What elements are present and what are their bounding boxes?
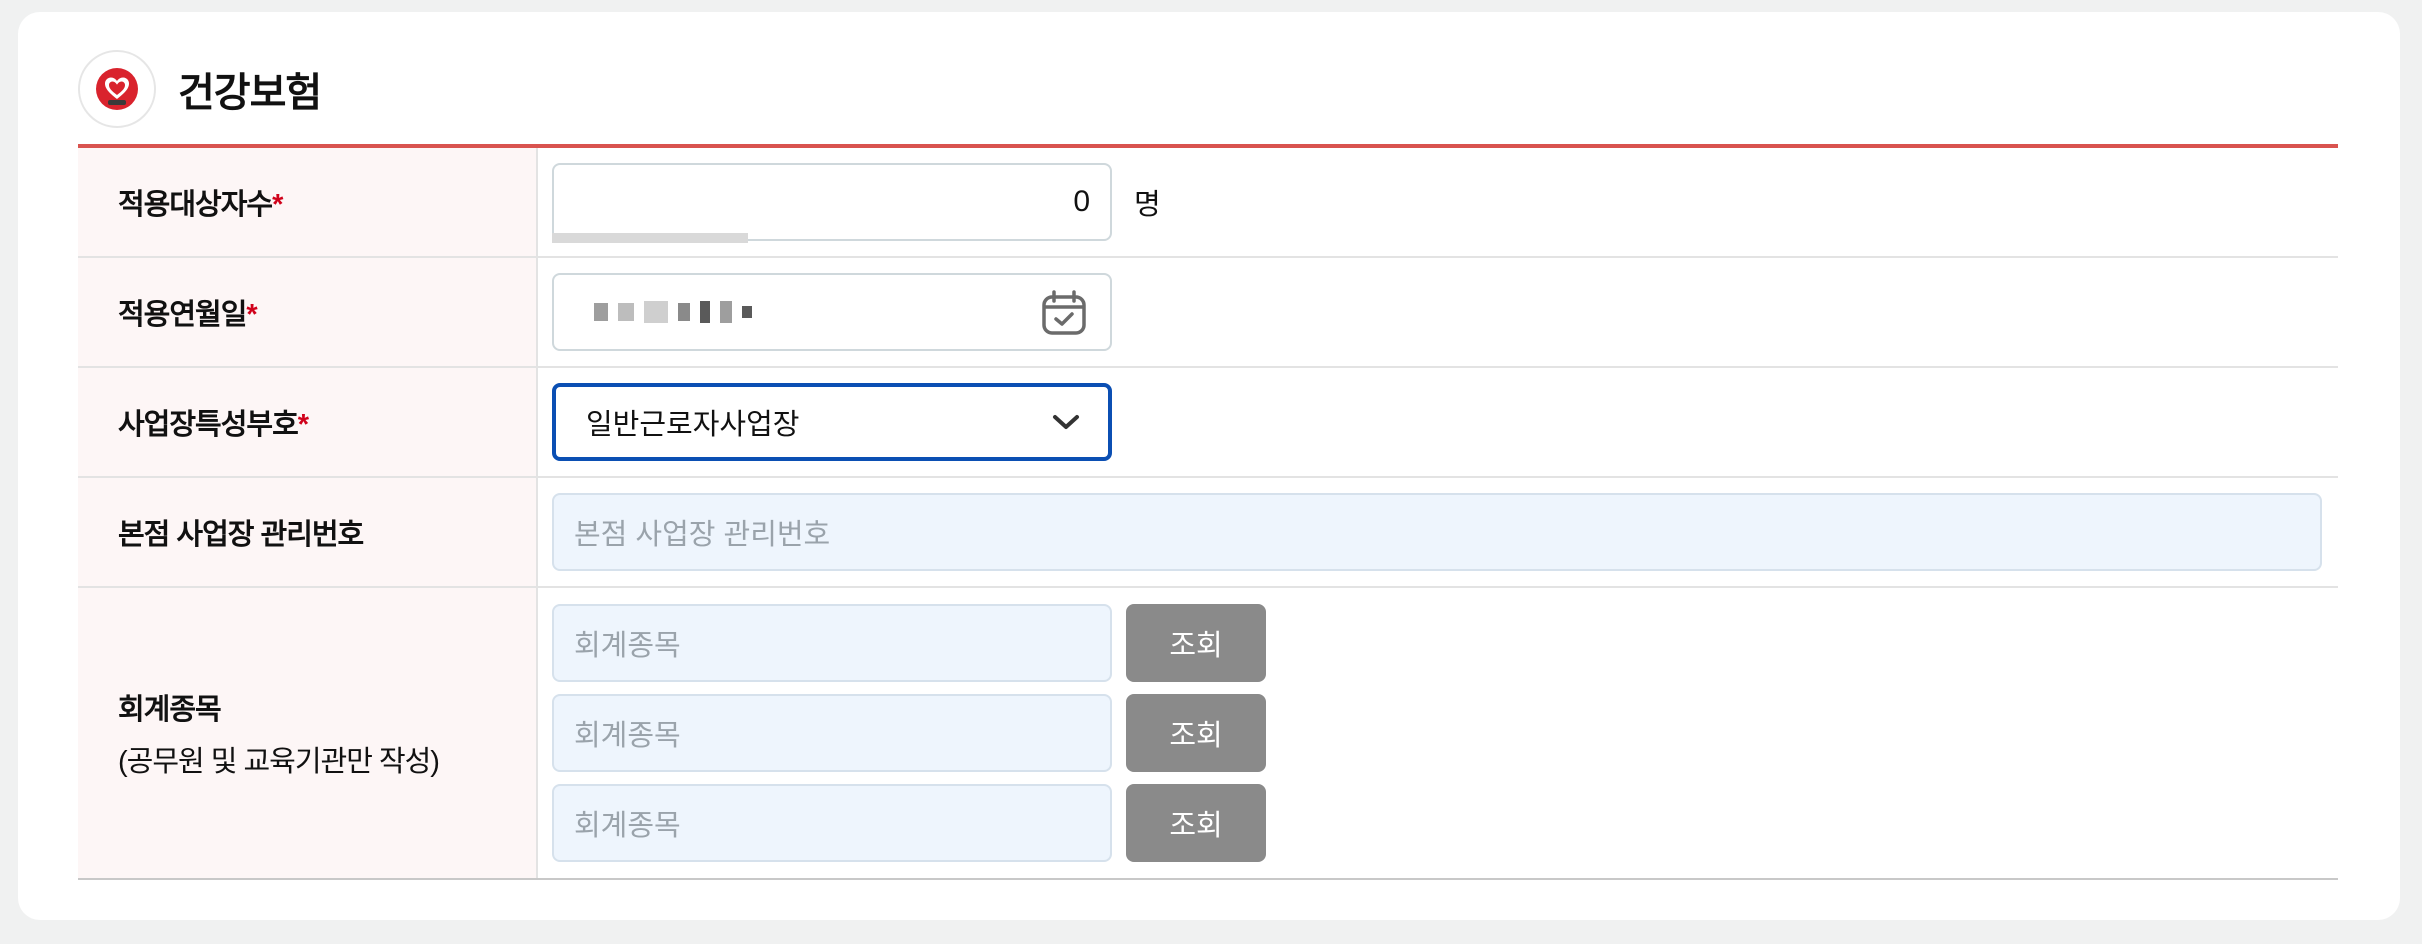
account-label: 회계종목 (공무원 및 교육기관만 작성) — [78, 588, 538, 878]
insured-count-label: 적용대상자수* — [78, 148, 538, 256]
insured-count-field: 0 명 — [538, 148, 2338, 256]
row-insured-count: 적용대상자수* 0 명 — [78, 148, 2338, 258]
apply-date-label: 적용연월일* — [78, 258, 538, 366]
insured-count-label-text: 적용대상자수 — [118, 189, 273, 221]
lookup-button[interactable]: 조회 — [1126, 694, 1266, 772]
account-line: 회계종목 조회 — [552, 784, 1266, 862]
workplace-code-label-text: 사업장특성부호 — [118, 409, 299, 441]
account-line: 회계종목 조회 — [552, 604, 1266, 682]
insurance-form: 적용대상자수* 0 명 적용연월일* 사업장특성부호* 일반근로자사업장 본점 … — [78, 144, 2338, 880]
heart-icon — [78, 50, 156, 128]
workplace-code-select[interactable]: 일반근로자사업장 — [552, 383, 1112, 461]
account-field: 회계종목 조회 회계종목 조회 회계종목 조회 — [538, 588, 2338, 878]
calendar-icon[interactable] — [1040, 289, 1088, 345]
account-line: 회계종목 조회 — [552, 694, 1266, 772]
chevron-down-icon — [1052, 406, 1080, 439]
lookup-button[interactable]: 조회 — [1126, 784, 1266, 862]
insured-count-input[interactable]: 0 — [552, 163, 1112, 241]
health-insurance-card: 건강보험 적용대상자수* 0 명 적용연월일* 사업장특성부호* 일반근로자사업… — [18, 12, 2400, 920]
section-header: 건강보험 — [78, 50, 322, 128]
required-mark: * — [297, 409, 309, 441]
workplace-code-field: 일반근로자사업장 — [538, 368, 2338, 476]
required-mark: * — [246, 299, 257, 331]
input-overlay-bar — [552, 233, 748, 243]
apply-date-input[interactable] — [552, 273, 1112, 351]
account-input[interactable]: 회계종목 — [552, 604, 1112, 682]
lookup-button[interactable]: 조회 — [1126, 604, 1266, 682]
required-mark: * — [272, 189, 283, 221]
redacted-date — [594, 301, 752, 323]
account-input[interactable]: 회계종목 — [552, 784, 1112, 862]
account-label-text: 회계종목 — [118, 694, 222, 726]
hq-number-label: 본점 사업장 관리번호 — [78, 478, 538, 586]
hq-number-field: 본점 사업장 관리번호 — [538, 478, 2338, 586]
page-title: 건강보험 — [178, 71, 322, 115]
hq-number-input[interactable]: 본점 사업장 관리번호 — [552, 493, 2322, 571]
workplace-code-selected: 일반근로자사업장 — [586, 409, 800, 441]
row-workplace-code: 사업장특성부호* 일반근로자사업장 — [78, 368, 2338, 478]
apply-date-field — [538, 258, 2338, 366]
row-account: 회계종목 (공무원 및 교육기관만 작성) 회계종목 조회 회계종목 조회 회계… — [78, 588, 2338, 878]
account-input[interactable]: 회계종목 — [552, 694, 1112, 772]
workplace-code-label: 사업장특성부호* — [78, 368, 538, 476]
unit-label: 명 — [1134, 189, 1161, 221]
hq-number-label-text: 본점 사업장 관리번호 — [118, 519, 364, 551]
row-hq-number: 본점 사업장 관리번호 본점 사업장 관리번호 — [78, 478, 2338, 588]
account-sublabel: (공무원 및 교육기관만 작성) — [118, 746, 440, 778]
row-apply-date: 적용연월일* — [78, 258, 2338, 368]
apply-date-label-text: 적용연월일 — [118, 299, 247, 331]
